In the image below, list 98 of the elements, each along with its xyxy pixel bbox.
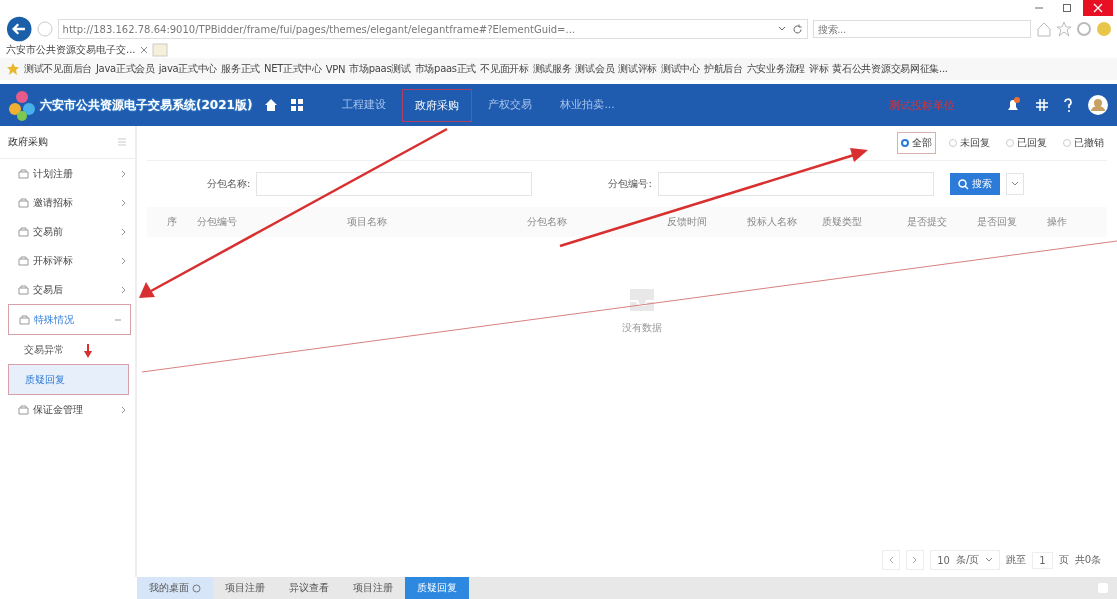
input-field[interactable] — [256, 172, 533, 196]
briefcase-icon — [18, 284, 29, 295]
briefcase-icon — [18, 197, 29, 208]
column-header: 项目名称 — [347, 215, 388, 229]
avatar-icon[interactable] — [1087, 94, 1109, 116]
page-tab[interactable]: 质疑回复 — [405, 577, 469, 599]
briefcase-icon — [18, 168, 29, 179]
search-icon — [957, 178, 969, 190]
nav-tab[interactable]: 政府采购 — [402, 88, 473, 122]
page-input[interactable]: 1 — [1032, 551, 1053, 569]
nav-tab[interactable]: 产权交易 — [476, 88, 545, 122]
bookmark-link[interactable]: 市场paas测试 — [349, 62, 411, 76]
bookmark-link[interactable]: 评标 — [808, 62, 829, 76]
help-icon[interactable] — [1063, 98, 1073, 112]
input-field[interactable] — [657, 172, 934, 196]
column-header: 操作 — [1047, 215, 1068, 229]
bookmark-link[interactable]: 不见面开标 — [480, 62, 529, 76]
bookmark-link[interactable]: 测试会员 — [575, 62, 615, 76]
home-icon[interactable] — [264, 98, 279, 112]
sidebar-item[interactable]: 交易前 — [0, 217, 135, 246]
bookmark-link[interactable]: 测试评标 — [618, 62, 658, 76]
bookmark-link[interactable]: 六安业务流程 — [746, 62, 805, 76]
chevron-icon — [119, 285, 127, 294]
briefcase-icon — [18, 255, 29, 266]
hash-icon[interactable] — [1035, 98, 1049, 112]
bookmark-link[interactable]: 黄石公共资源交易网征集... — [832, 62, 948, 76]
sidebar-item[interactable]: 保证金管理 — [0, 395, 135, 424]
total-count: 共0条 — [1074, 553, 1101, 567]
page-size-select[interactable]: 10 条/页 — [930, 550, 1001, 570]
sidebar-item[interactable]: 计划注册 — [0, 159, 135, 188]
chevron-icon — [119, 169, 127, 178]
briefcase-icon — [18, 404, 29, 415]
close-icon[interactable] — [1083, 0, 1113, 16]
browser-tab[interactable]: 六安市公共资源交易电子交... — [6, 43, 136, 57]
field-label: 分包编号: — [608, 177, 652, 191]
column-header: 分包名称 — [527, 215, 568, 229]
user-name: 测试投标单位 — [888, 97, 955, 113]
back-icon[interactable] — [6, 15, 33, 43]
filter-radio[interactable]: 已撤销 — [1060, 133, 1107, 153]
caret-icon — [985, 557, 994, 563]
bookmark-link[interactable]: Java正式会员 — [95, 62, 155, 76]
chevron-icon — [119, 405, 127, 414]
page-tab[interactable]: 我的桌面 — [137, 577, 213, 599]
bookmark-link[interactable]: java正式中心 — [158, 62, 218, 76]
chevron-icon — [119, 256, 127, 265]
nav-tab[interactable]: 工程建设 — [330, 88, 399, 122]
bookmark-link[interactable]: 服务正式 — [221, 62, 260, 76]
address-bar[interactable]: http://183.162.78.64:9010/TPBidder/frame/fui/pages/themes/elegant/elegantframe#?ElementGuid=... — [57, 19, 808, 39]
column-header: 是否回复 — [977, 215, 1018, 229]
annotation-arrow — [84, 344, 92, 358]
logo-icon — [8, 89, 38, 121]
column-header: 质疑类型 — [822, 215, 863, 229]
bookmark-link[interactable]: 测试中心 — [661, 62, 700, 76]
star-icon[interactable] — [1055, 21, 1071, 37]
filter-radio[interactable]: 全部 — [897, 132, 936, 154]
bookmark-link[interactable]: NET正式中心 — [264, 62, 322, 76]
nav-tab[interactable]: 林业拍卖... — [548, 88, 627, 122]
filter-radio[interactable]: 未回复 — [946, 133, 993, 153]
sidebar-item[interactable]: 交易后 — [0, 275, 135, 304]
caret-icon — [1010, 181, 1019, 187]
chevron-icon — [119, 227, 127, 236]
field-label: 分包名称: — [207, 177, 251, 191]
sidebar-subitem[interactable]: 质疑回复 — [8, 364, 129, 395]
browser-search-field[interactable]: 搜索... — [812, 20, 1031, 38]
briefcase-icon — [18, 226, 29, 237]
bookmark-link[interactable]: 测试不见面后台 — [24, 62, 92, 76]
bookmark-link[interactable]: VPN — [325, 63, 346, 75]
sidebar-item[interactable]: 开标评标 — [0, 246, 135, 275]
close-icon[interactable] — [139, 46, 148, 54]
briefcase-icon — [19, 314, 30, 325]
page-tab[interactable]: 项目注册 — [341, 577, 405, 599]
empty-message: 没有数据 — [622, 321, 662, 335]
filter-radio[interactable]: 已回复 — [1003, 133, 1050, 153]
sidebar-subitem[interactable]: 交易异常 — [0, 335, 135, 364]
chevron-icon — [888, 556, 895, 564]
sidebar-item[interactable]: 特殊情况 — [8, 304, 131, 335]
sidebar-title: 政府采购 — [8, 135, 48, 149]
bookmark-link[interactable]: 市场paas正式 — [414, 62, 477, 76]
column-header: 投标人名称 — [747, 215, 798, 229]
column-header: 分包编号 — [197, 215, 238, 229]
jump-label: 跳至 — [1006, 553, 1027, 567]
bookmark-link[interactable]: 测试服务 — [532, 62, 572, 76]
sidebar-item[interactable]: 邀请招标 — [0, 188, 135, 217]
column-header: 是否提交 — [907, 215, 948, 229]
column-header: 序 — [166, 215, 178, 229]
column-header: 反馈时间 — [667, 215, 708, 229]
search-button[interactable]: 搜索 — [949, 173, 1000, 195]
star-icon — [6, 62, 20, 76]
grid-icon[interactable] — [290, 98, 305, 112]
system-title: 六安市公共资源电子交易系统(2021版) — [40, 96, 253, 114]
page-unit: 页 — [1058, 553, 1069, 567]
empty-inbox-icon — [627, 287, 657, 313]
chevron-icon — [119, 198, 127, 207]
page-tab[interactable]: 项目注册 — [213, 577, 277, 599]
page-tab[interactable]: 异议查看 — [277, 577, 341, 599]
caret-icon[interactable] — [777, 26, 786, 32]
bookmark-link[interactable]: 护航后台 — [703, 62, 743, 76]
chevron-icon — [912, 556, 919, 564]
